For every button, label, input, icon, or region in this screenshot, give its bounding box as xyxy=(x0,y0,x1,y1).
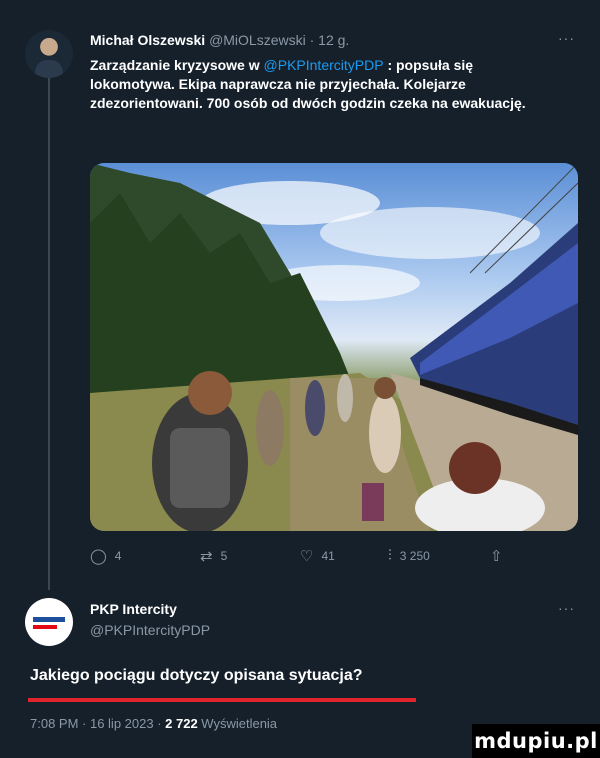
like-count: 41 xyxy=(321,549,335,563)
red-underline xyxy=(28,698,416,702)
more-dots-icon[interactable]: ··· xyxy=(558,30,575,46)
views-label: Wyświetlenia xyxy=(197,716,278,731)
share-icon: ⇧ xyxy=(490,548,503,565)
tweet-actions: ◯ 4 ⇄ 5 ♡ 41 ⫶ 3 250 ⇧ xyxy=(90,547,510,567)
tweet-text-part: Zarządzanie kryzysowe w xyxy=(90,57,264,73)
tweet-header: Michał Olszewski @MiOLszewski · 12 g. xyxy=(90,31,349,49)
like-button[interactable]: ♡ 41 xyxy=(300,547,335,565)
heart-icon: ♡ xyxy=(300,548,314,565)
reply-button[interactable]: ◯ 4 xyxy=(90,547,121,565)
tweet-meta: 7:08 PM · 16 lip 2023 · 2 722 Wyświetlen… xyxy=(30,716,277,731)
author-handle[interactable]: @PKPIntercityPDP xyxy=(90,622,210,638)
views-number: 2 722 xyxy=(165,716,198,731)
tweet-header: PKP Intercity xyxy=(90,600,177,618)
more-dots-icon[interactable]: ··· xyxy=(558,600,575,616)
tweet-timestamp[interactable]: 7:08 PM · 16 lip 2023 · xyxy=(30,716,165,731)
reply-icon: ◯ xyxy=(90,548,107,565)
bar-chart-icon: ⫶ xyxy=(388,547,392,564)
tweet-text: Jakiego pociągu dotyczy opisana sytuacja… xyxy=(30,667,363,684)
thread-connector-line xyxy=(48,72,50,590)
avatar[interactable] xyxy=(25,30,73,78)
watermark-logo: mdupiu.pl xyxy=(472,724,600,758)
tweet-header-handle: @PKPIntercityPDP xyxy=(90,621,210,639)
pkp-logo-stripe xyxy=(33,625,57,629)
retweet-button[interactable]: ⇄ 5 xyxy=(200,547,227,565)
retweet-icon: ⇄ xyxy=(200,548,213,565)
author-name[interactable]: Michał Olszewski xyxy=(90,32,205,48)
retweet-count: 5 xyxy=(220,549,228,563)
share-button[interactable]: ⇧ xyxy=(490,547,503,565)
views-button[interactable]: ⫶ 3 250 xyxy=(388,547,430,564)
views-count: 3 250 xyxy=(399,548,430,563)
avatar[interactable] xyxy=(25,598,73,646)
pkp-logo-stripe xyxy=(33,617,65,622)
tweet-time[interactable]: · 12 g. xyxy=(310,32,350,48)
author-handle[interactable]: @MiOLszewski xyxy=(209,32,306,48)
reply-count: 4 xyxy=(114,549,122,563)
tweet-photo[interactable] xyxy=(90,163,578,531)
tweet-text: Zarządzanie kryzysowe w @PKPIntercityPDP… xyxy=(90,56,560,113)
author-name[interactable]: PKP Intercity xyxy=(90,601,177,617)
mention-link[interactable]: @PKPIntercityPDP xyxy=(264,57,384,73)
